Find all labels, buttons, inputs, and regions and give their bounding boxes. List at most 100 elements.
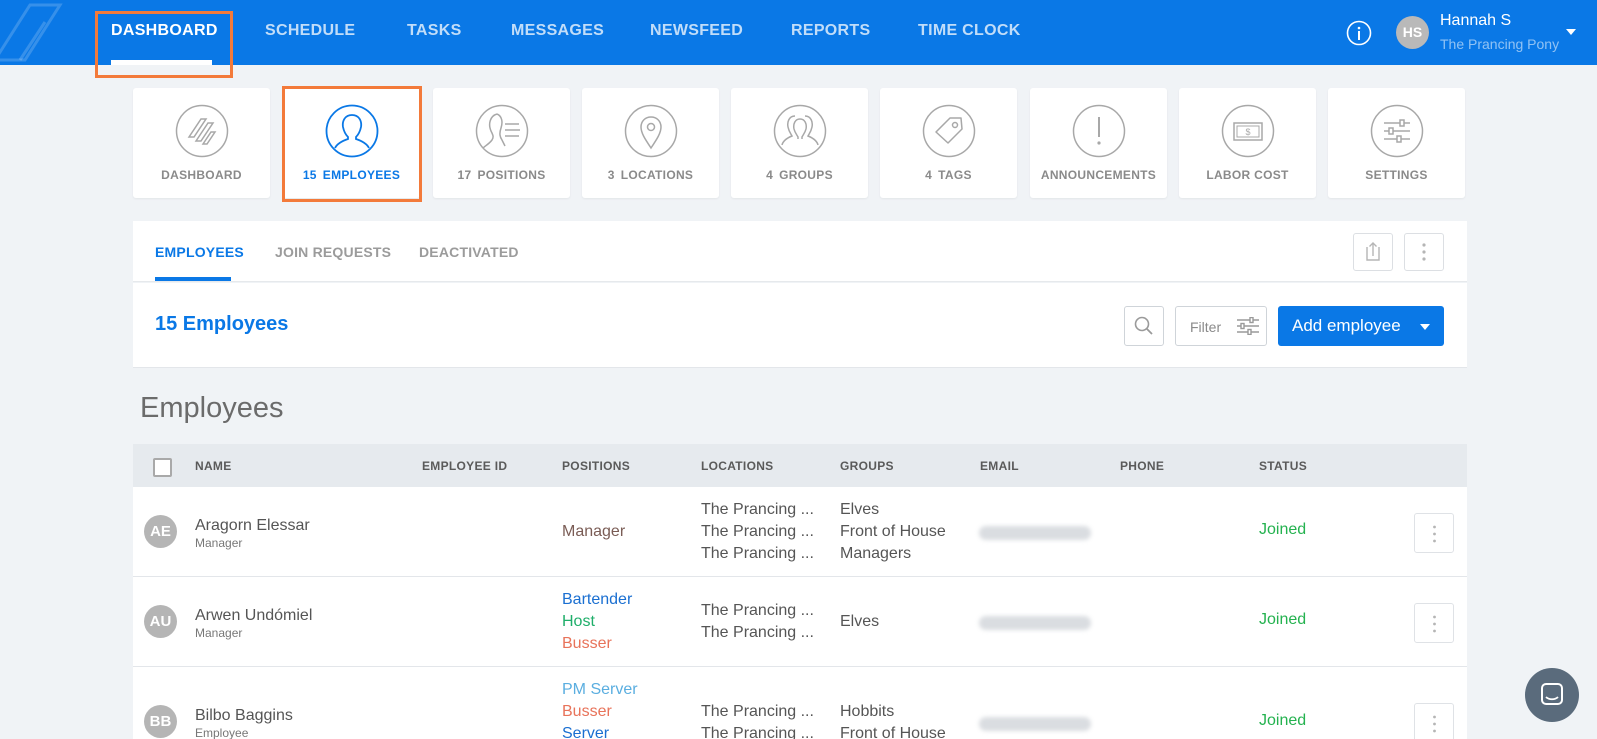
card-announcements[interactable]: ANNOUNCEMENTS [1030,88,1167,198]
filter-label: Filter [1190,319,1222,335]
employee-name[interactable]: Arwen Undómiel [195,607,312,625]
card-tags[interactable]: 4 TAGS [880,88,1017,198]
table-row[interactable]: AU Arwen Undómiel Manager Bartender Host… [133,577,1467,667]
location-pin-icon [624,104,678,158]
card-labor-cost[interactable]: $ LABOR COST [1179,88,1316,198]
column-header-locations[interactable]: LOCATIONS [701,459,773,473]
nav-time-clock[interactable]: TIME CLOCK [918,22,1021,40]
filter-button[interactable]: Filter [1175,306,1267,346]
table-row[interactable]: BB Bilbo Baggins Employee PM Server Buss… [133,667,1467,739]
money-icon: $ [1221,104,1275,158]
nav-tasks[interactable]: TASKS [407,22,462,40]
user-name[interactable]: Hannah S [1440,12,1511,30]
employee-name[interactable]: Aragorn Elessar [195,517,310,535]
card-label: SETTINGS [1365,168,1428,182]
status-badge: Joined [1259,611,1307,628]
employee-role: Manager [195,536,243,550]
tab-employees[interactable]: EMPLOYEES [155,244,244,260]
column-header-phone[interactable]: PHONE [1120,459,1164,473]
card-label: 17 POSITIONS [457,168,546,182]
column-header-groups[interactable]: GROUPS [840,459,894,473]
card-locations[interactable]: 3 LOCATIONS [582,88,719,198]
search-icon [1134,316,1153,335]
positions-icon [475,104,529,158]
card-settings[interactable]: SETTINGS [1328,88,1465,198]
vertical-dots-icon [1422,243,1426,261]
export-button[interactable] [1353,233,1393,271]
nav-reports[interactable]: REPORTS [791,22,870,40]
employee-count-title: 15 Employees [155,313,289,335]
table-header: NAME EMPLOYEE ID POSITIONS LOCATIONS GRO… [133,444,1467,487]
card-label: 15 EMPLOYEES [302,168,401,182]
employees-header-panel: 15 Employees Filter Add employee [133,283,1467,368]
chat-launcher-button[interactable] [1525,668,1579,722]
vertical-dots-icon [1433,715,1436,733]
vertical-dots-icon [1433,525,1436,543]
table-row[interactable]: AE Aragorn Elessar Manager Manager The P… [133,487,1467,577]
row-menu-button[interactable] [1414,703,1454,739]
group-list: Elves Front of House Managers [840,501,946,562]
tab-join-requests[interactable]: JOIN REQUESTS [275,244,391,260]
position-list: PM Server Busser Server [562,681,638,739]
row-menu-button[interactable] [1414,513,1454,553]
card-groups[interactable]: 4 GROUPS [731,88,868,198]
search-button[interactable] [1124,306,1164,346]
avatar: BB [144,705,177,738]
card-positions[interactable]: 17 POSITIONS [433,88,570,198]
card-label: ANNOUNCEMENTS [1040,168,1157,182]
nav-dashboard[interactable]: DASHBOARD [111,22,218,40]
user-avatar[interactable]: HS [1396,16,1429,49]
add-employee-label: Add employee [1292,316,1401,335]
employee-name[interactable]: Bilbo Baggins [195,707,293,725]
location-list: The Prancing ... The Prancing ... [701,602,814,641]
chat-icon [1541,683,1563,705]
group-list: Elves [840,613,880,630]
card-label: DASHBOARD [161,168,242,182]
email-redacted [979,717,1091,731]
person-icon [325,104,379,158]
employee-role: Employee [195,726,249,739]
section-title: Employees [140,392,284,424]
upload-icon [1366,242,1380,261]
user-menu-caret-icon[interactable] [1566,29,1576,35]
status-badge: Joined [1259,712,1307,729]
sliders-icon [1370,104,1424,158]
group-list: Hobbits Front of House [840,703,946,739]
caret-down-icon[interactable] [1420,324,1430,330]
card-label: 4 TAGS [925,168,972,182]
tab-deactivated[interactable]: DEACTIVATED [419,244,519,260]
row-menu-button[interactable] [1414,603,1454,643]
add-employee-button[interactable]: Add employee [1278,306,1444,346]
column-header-name[interactable]: NAME [195,459,232,473]
position-list: Bartender Host Busser [562,591,633,652]
nav-newsfeed[interactable]: NEWSFEED [650,22,743,40]
filter-sliders-icon [1237,317,1259,335]
column-header-email[interactable]: EMAIL [980,459,1019,473]
email-redacted [979,616,1091,630]
nav-messages[interactable]: MESSAGES [511,22,604,40]
card-employees[interactable]: 15 EMPLOYEES [283,88,420,198]
tag-icon [922,104,976,158]
tab-active-indicator [155,277,231,281]
select-all-checkbox[interactable] [153,458,172,477]
svg-text:$: $ [1245,127,1250,137]
exclamation-icon [1072,104,1126,158]
column-header-employee-id[interactable]: EMPLOYEE ID [422,459,507,473]
card-label: LABOR COST [1206,168,1289,182]
employee-role: Manager [195,626,243,640]
position-tag: Manager [562,523,626,540]
user-organization[interactable]: The Prancing Pony [1440,36,1559,52]
column-header-status[interactable]: STATUS [1259,459,1307,473]
avatar: AU [144,605,177,638]
dashboard-icon [175,104,229,158]
column-header-positions[interactable]: POSITIONS [562,459,630,473]
nav-active-indicator [111,60,212,65]
app-logo-icon[interactable] [0,0,70,65]
more-options-button[interactable] [1404,233,1444,271]
nav-schedule[interactable]: SCHEDULE [265,22,355,40]
vertical-dots-icon [1433,615,1436,633]
top-nav-bar: DASHBOARD SCHEDULE TASKS MESSAGES NEWSFE… [0,0,1597,65]
card-dashboard[interactable]: DASHBOARD [133,88,270,198]
card-label: 4 GROUPS [766,168,833,182]
info-icon[interactable] [1346,20,1372,46]
